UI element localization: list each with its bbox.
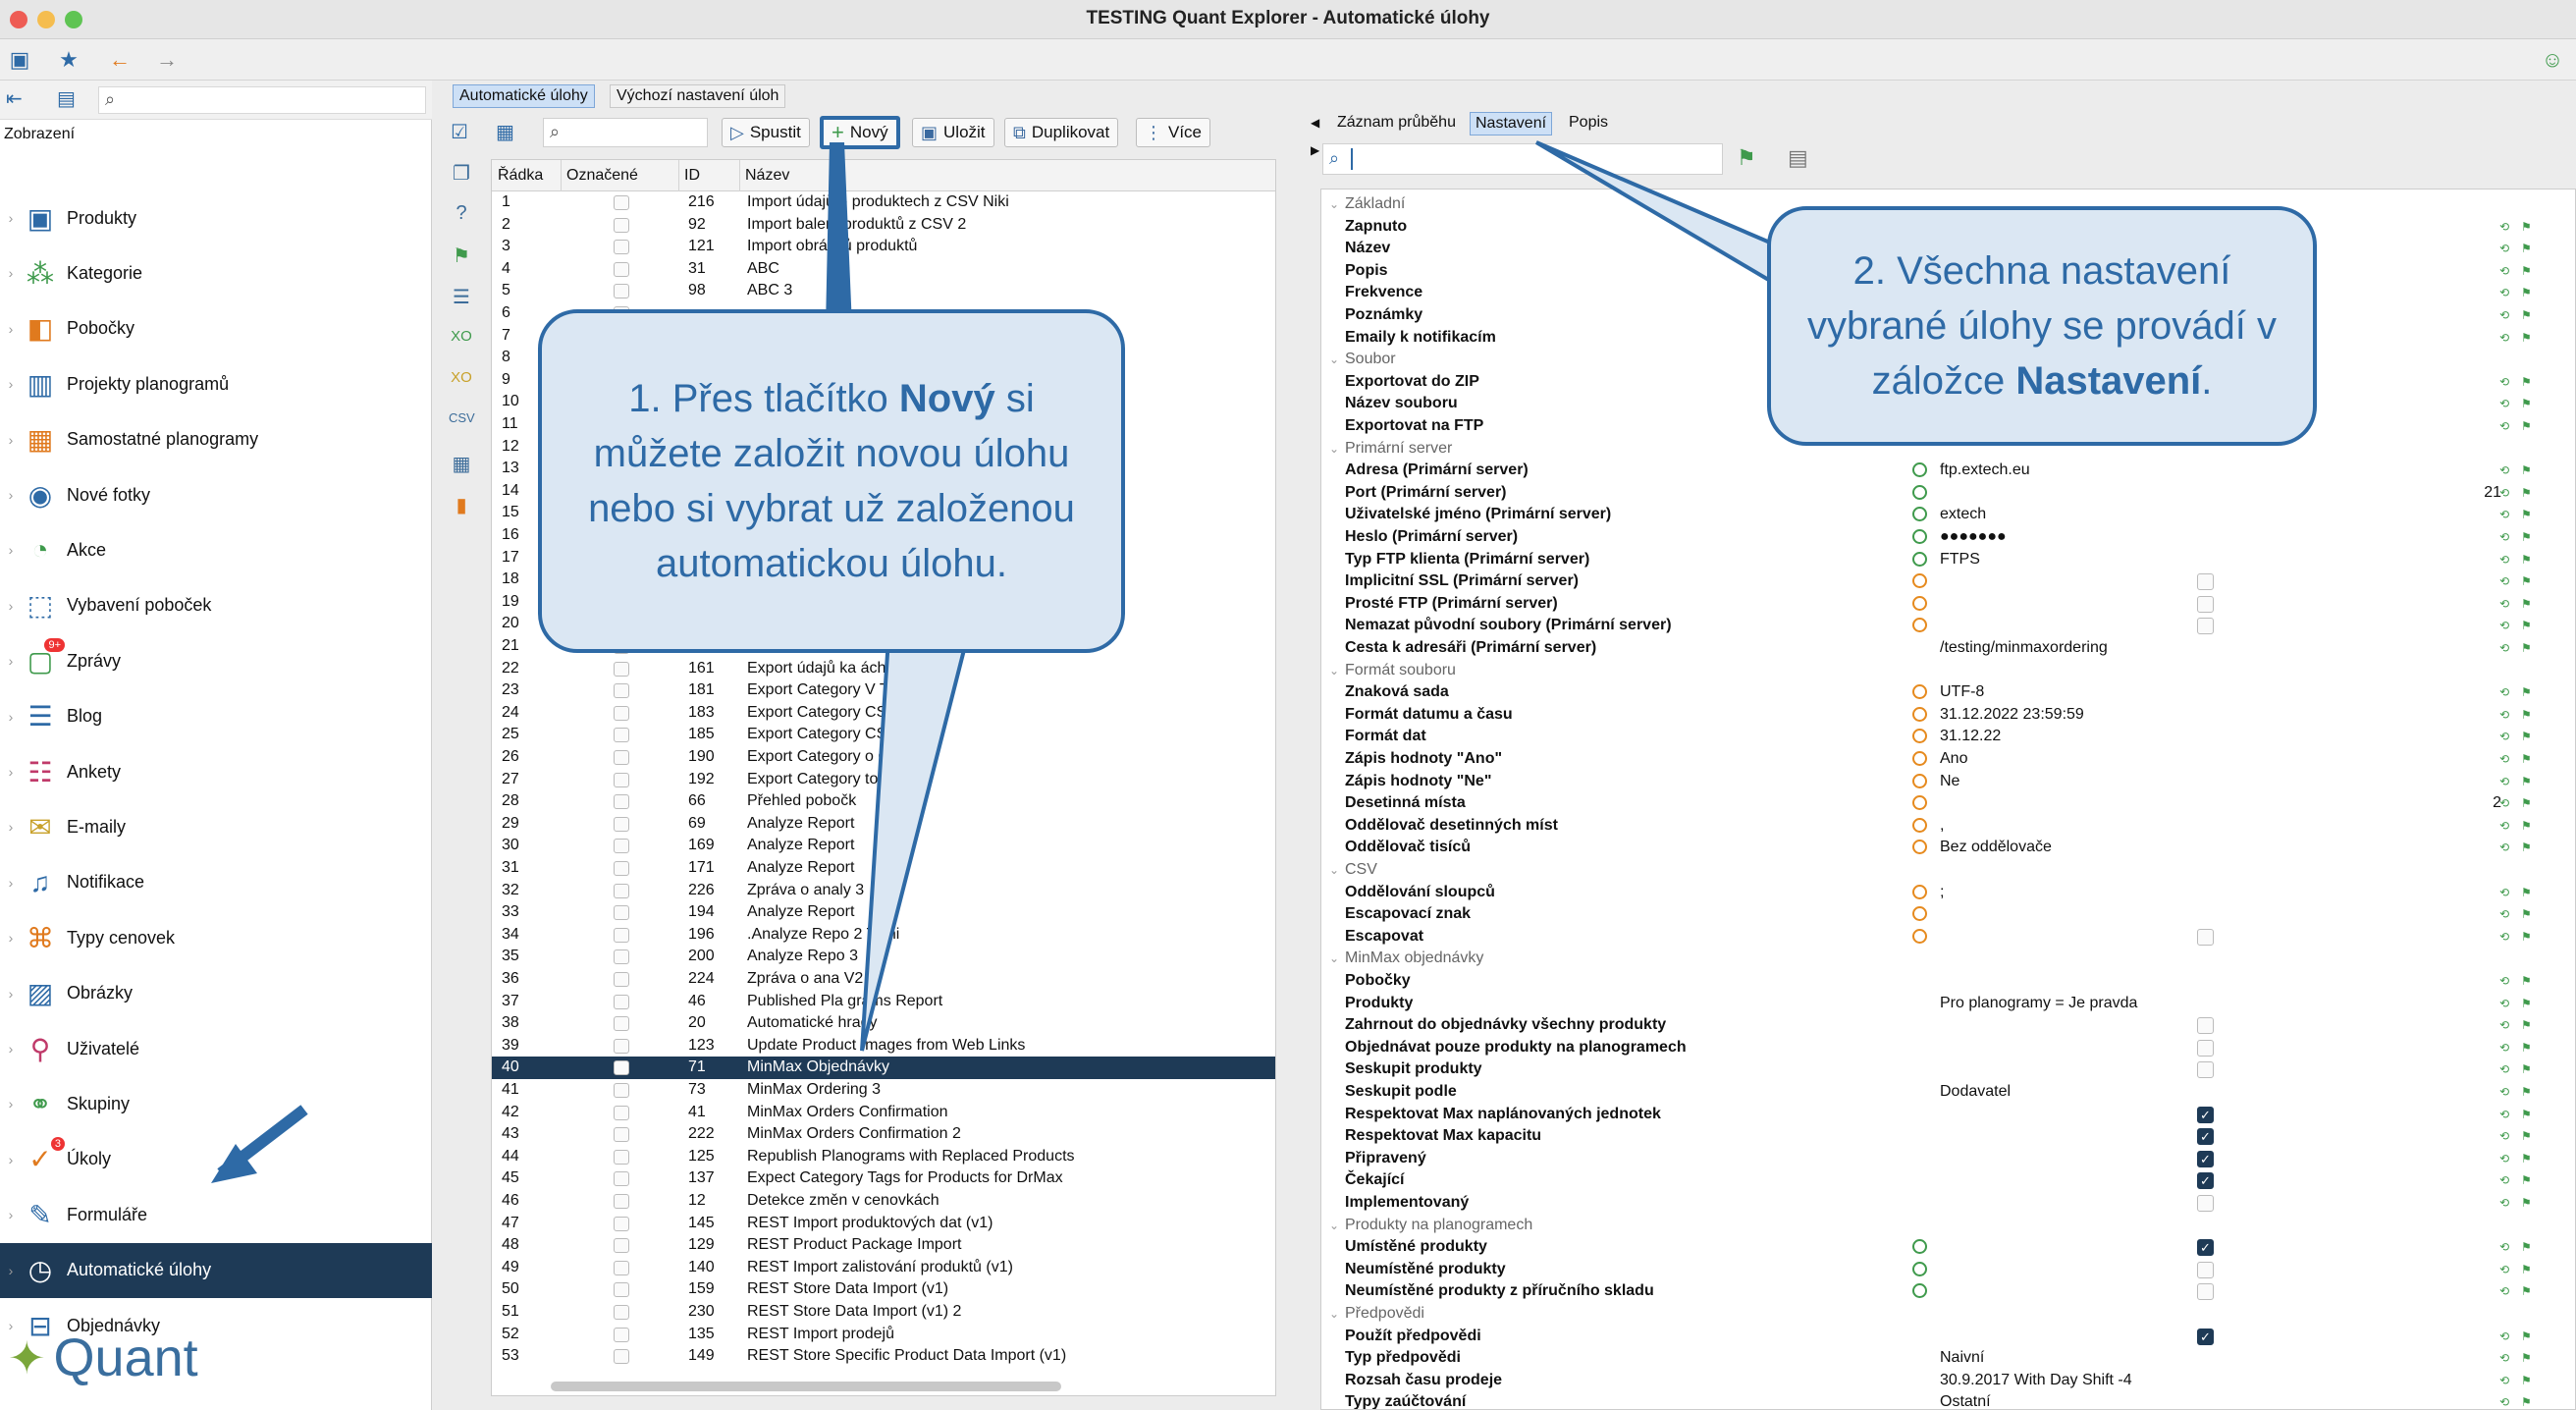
- callout-two: 2. Všechna nastavení vybrané úlohy se pr…: [1767, 206, 2317, 446]
- callout-one-pointer-down: [860, 636, 970, 1052]
- callout-one: 1. Přes tlačítko Nový si můžete založit …: [538, 309, 1125, 653]
- callout-two-pointer: [1534, 140, 1779, 289]
